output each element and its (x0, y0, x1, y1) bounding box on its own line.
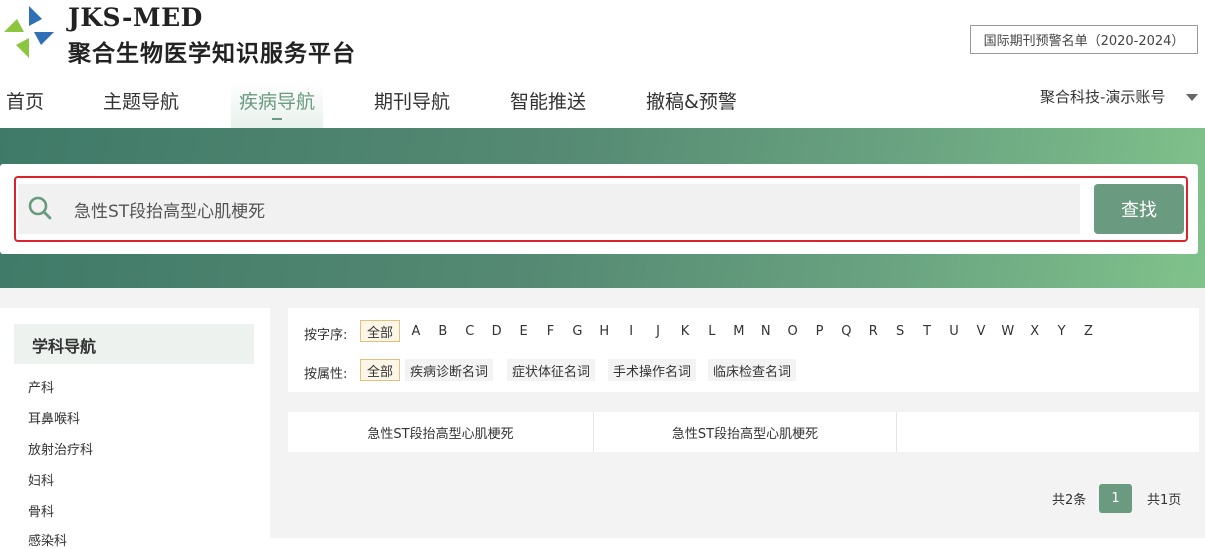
letter-filter-g[interactable]: G (566, 320, 588, 342)
attr-filter-all[interactable]: 全部 (360, 359, 400, 381)
nav-journal[interactable]: 期刊导航 (374, 82, 450, 128)
result-item[interactable]: 急性ST段抬高型心肌梗死 (594, 412, 896, 452)
letter-filter-j[interactable]: J (647, 320, 669, 342)
letter-filter-r[interactable]: R (862, 320, 884, 342)
search-highlight-frame (14, 176, 1188, 242)
attr-filter-symptom[interactable]: 症状体征名词 (507, 359, 596, 381)
letter-filter-b[interactable]: B (432, 320, 454, 342)
letter-filter-c[interactable]: C (459, 320, 481, 342)
sidebar-item-radiotherapy[interactable]: 放射治疗科 (28, 439, 93, 458)
letter-filter-t[interactable]: T (916, 320, 938, 342)
letter-filter-q[interactable]: Q (835, 320, 857, 342)
letter-filter-n[interactable]: N (755, 320, 777, 342)
letter-filter-m[interactable]: M (728, 320, 750, 342)
nav-disease-label: 疾病导航 (239, 91, 316, 113)
main-nav: 首页 主题导航 疾病导航 期刊导航 智能推送 撤稿&预警 (0, 82, 1205, 128)
nav-topic[interactable]: 主题导航 (103, 82, 179, 128)
nav-retraction[interactable]: 撤稿&预警 (646, 82, 737, 128)
active-indicator (272, 118, 282, 120)
attr-filter-procedure[interactable]: 手术操作名词 (608, 359, 697, 381)
account-menu[interactable]: 聚合科技-演示账号 (1040, 86, 1165, 107)
result-item[interactable]: 急性ST段抬高型心肌梗死 (288, 412, 593, 452)
letter-filter-v[interactable]: V (970, 320, 992, 342)
letter-filter-f[interactable]: F (540, 320, 562, 342)
nav-smart-push[interactable]: 智能推送 (510, 82, 586, 128)
letter-filter-z[interactable]: Z (1078, 320, 1100, 342)
letter-filter-p[interactable]: P (809, 320, 831, 342)
nav-home[interactable]: 首页 (6, 82, 44, 128)
attr-filter-exam[interactable]: 临床检查名词 (708, 359, 797, 381)
letter-filter-h[interactable]: H (593, 320, 615, 342)
sidebar-item-orthopedics[interactable]: 骨科 (28, 501, 54, 520)
sidebar-title: 学科导航 (14, 324, 254, 364)
nav-disease[interactable]: 疾病导航 (231, 82, 324, 128)
pager-total: 共2条 (1052, 493, 1087, 508)
brand-name-en: JKS-MED (68, 3, 203, 32)
letter-filter-o[interactable]: O (782, 320, 804, 342)
letter-filter-a[interactable]: A (405, 320, 427, 342)
pager-page-count: 共1页 (1147, 493, 1182, 508)
letter-filter-d[interactable]: D (486, 320, 508, 342)
letter-filter-l[interactable]: L (701, 320, 723, 342)
cell-divider (896, 412, 897, 452)
filter-attr-label: 按属性: (304, 367, 348, 382)
letter-filter-u[interactable]: U (943, 320, 965, 342)
letter-filter-e[interactable]: E (513, 320, 535, 342)
attr-filter-diagnosis[interactable]: 疾病诊断名词 (405, 359, 494, 381)
letter-filter-s[interactable]: S (889, 320, 911, 342)
filter-letter-label: 按字序: (304, 328, 348, 343)
caret-down-icon[interactable] (1186, 94, 1198, 101)
brand-name-cn: 聚合生物医学知识服务平台 (68, 40, 356, 67)
warning-list-button[interactable]: 国际期刊预警名单（2020-2024） (970, 25, 1198, 54)
letter-filter-w[interactable]: W (997, 320, 1019, 342)
sidebar-item-infectious[interactable]: 感染科 (28, 530, 67, 549)
letter-filter-all[interactable]: 全部 (360, 320, 400, 342)
logo-icon (4, 6, 54, 58)
letter-filter-x[interactable]: X (1024, 320, 1046, 342)
sidebar-item-obstetrics[interactable]: 产科 (28, 377, 54, 396)
sidebar-item-gynecology[interactable]: 妇科 (28, 470, 54, 489)
sidebar-item-ent[interactable]: 耳鼻喉科 (28, 408, 80, 427)
letter-filter-i[interactable]: I (620, 320, 642, 342)
letter-filter-y[interactable]: Y (1051, 320, 1073, 342)
letter-filter-k[interactable]: K (674, 320, 696, 342)
pager-page-1[interactable]: 1 (1099, 484, 1132, 513)
